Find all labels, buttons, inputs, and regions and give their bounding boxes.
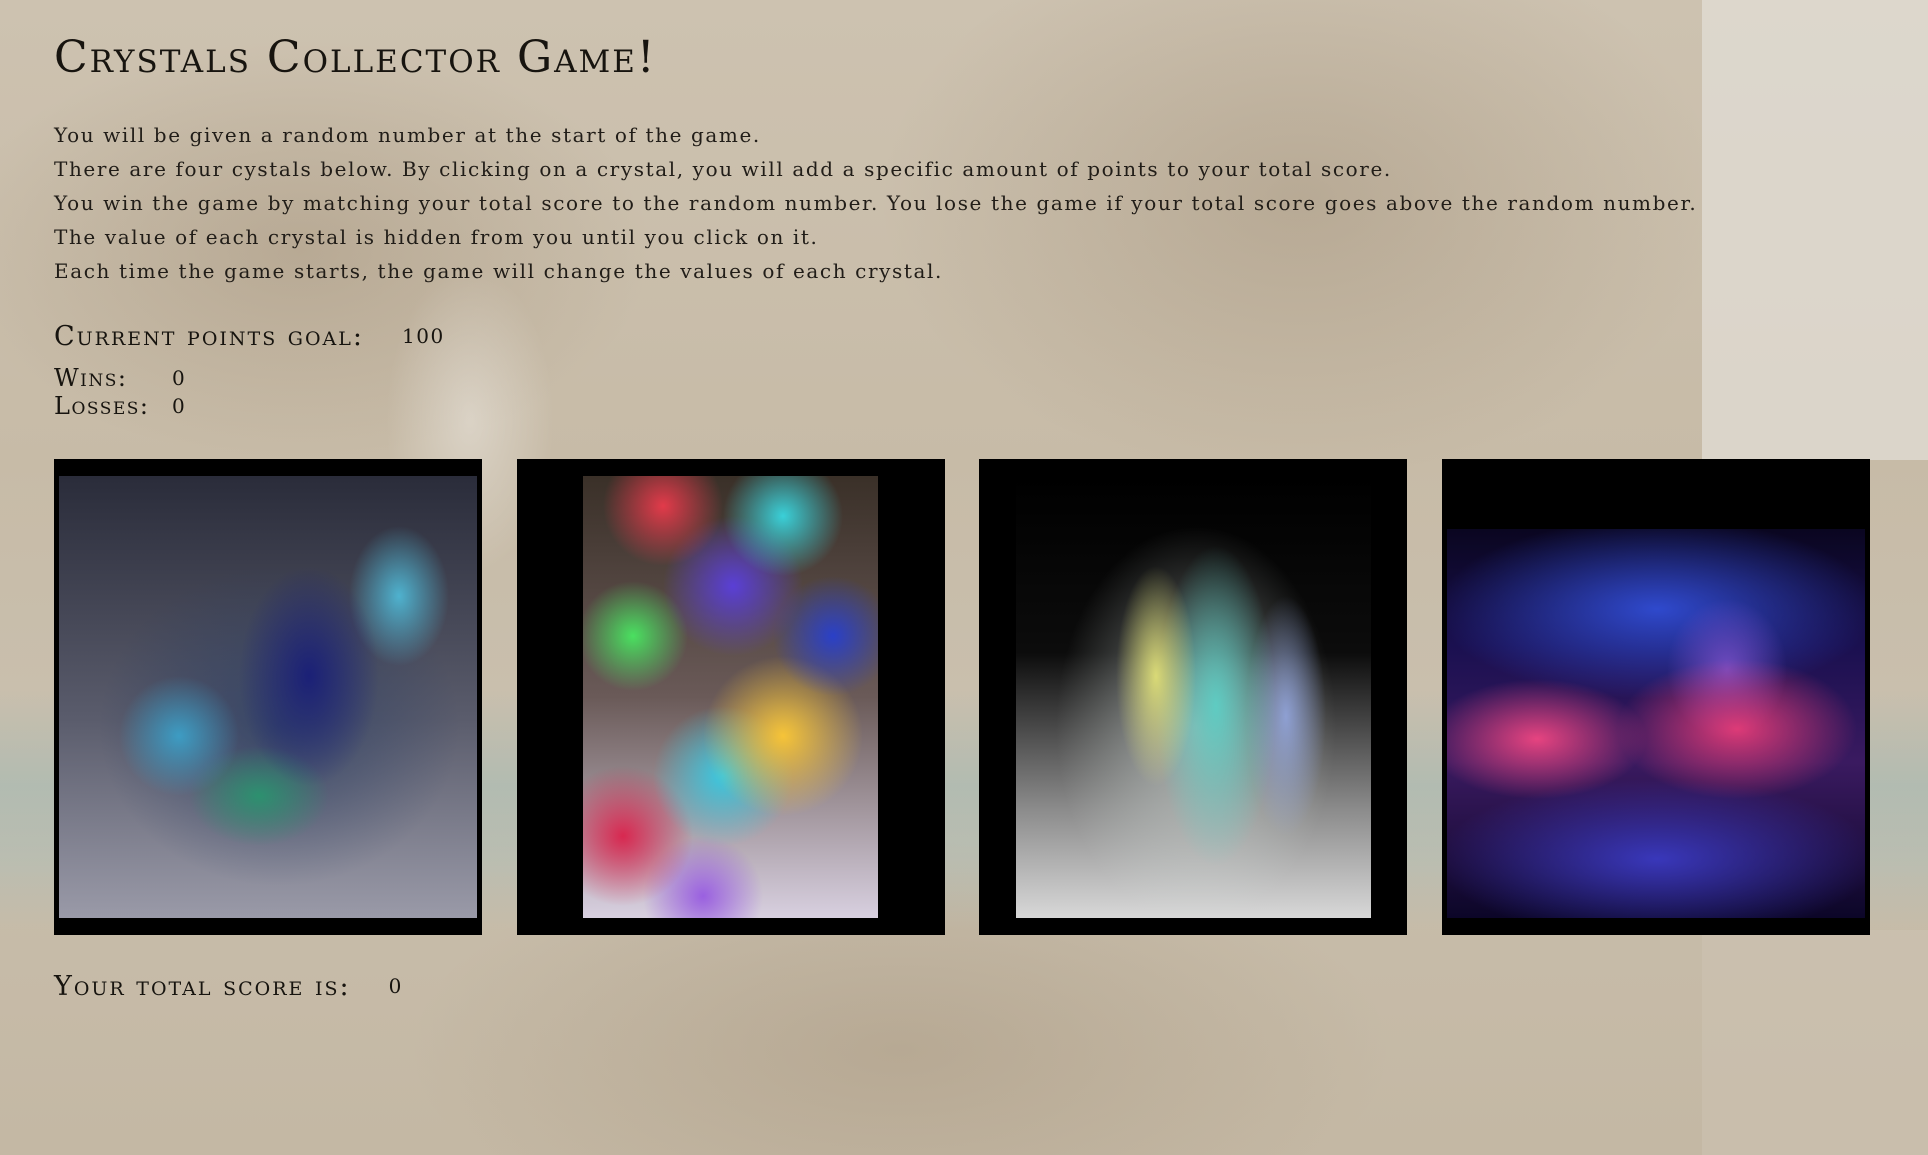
- crystal-button-2[interactable]: [517, 459, 945, 935]
- blue-green-crystal-image[interactable]: [59, 476, 477, 918]
- points-goal: Current points goal: 100: [54, 318, 445, 354]
- rules-list: You will be given a random number at the…: [54, 118, 1874, 288]
- total-score-value: 0: [388, 974, 403, 998]
- rule-text: Each time the game starts, the game will…: [54, 259, 944, 283]
- crystal-row: [54, 459, 1872, 935]
- points-goal-label: Current points goal:: [54, 320, 364, 352]
- crystal-button-3[interactable]: [979, 459, 1407, 935]
- losses-value: 0: [172, 394, 187, 418]
- total-score: Your total score is: 0: [54, 968, 403, 1004]
- crystal-button-1[interactable]: [54, 459, 482, 935]
- wins-label: Wins:: [54, 364, 128, 392]
- rule-text: You will be given a random number at the…: [54, 123, 761, 147]
- aura-quartz-crystal-image[interactable]: [1016, 476, 1371, 918]
- page-title: Crystals Collector Game!: [54, 32, 657, 83]
- total-score-label: Your total score is:: [54, 970, 351, 1002]
- crystal-button-4[interactable]: [1442, 459, 1870, 935]
- losses-label: Losses:: [54, 392, 150, 420]
- wins-value: 0: [172, 366, 187, 390]
- points-goal-value: 100: [402, 324, 445, 348]
- rule-text: There are four cystals below. By clickin…: [54, 157, 1392, 181]
- pink-geode-crystal-image[interactable]: [1447, 529, 1865, 918]
- wins-counter: Wins: 0: [54, 364, 185, 392]
- background-panel-bottom: [1702, 930, 1928, 1155]
- rainbow-crystal-image[interactable]: [583, 476, 878, 918]
- rule-text: You win the game by matching your total …: [54, 191, 1698, 215]
- losses-counter: Losses: 0: [54, 392, 185, 420]
- rule-text: The value of each crystal is hidden from…: [54, 225, 819, 249]
